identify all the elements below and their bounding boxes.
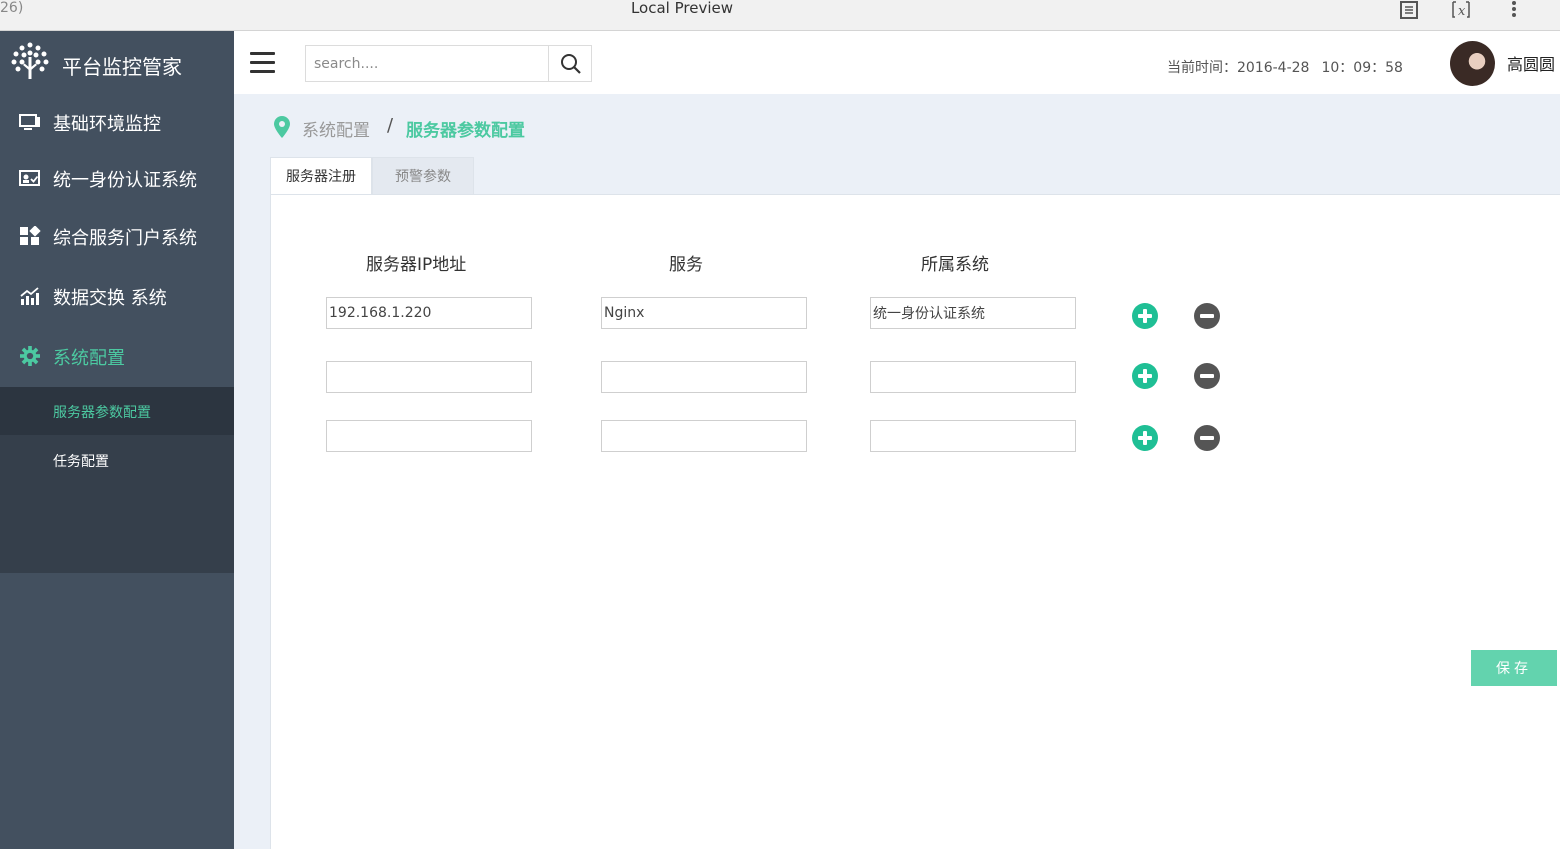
remove-row-icon[interactable] xyxy=(1194,425,1220,451)
submenu-item-server-params[interactable]: 服务器参数配置 xyxy=(0,387,234,435)
tree-logo-icon xyxy=(11,42,49,79)
tab-server-register[interactable]: 服务器注册 xyxy=(270,157,372,195)
sidebar-item-data-exchange[interactable]: 数据交换 系统 xyxy=(0,267,234,325)
submenu-item-label: 任务配置 xyxy=(53,454,109,470)
save-button[interactable]: 保存 xyxy=(1471,650,1557,686)
location-pin-icon xyxy=(274,116,290,142)
sidebar-item-label: 统一身份认证系统 xyxy=(53,170,197,191)
main-content: 系统配置 / 服务器参数配置 服务器注册 预警参数 服务器IP地址 服务 所属系… xyxy=(234,94,1560,849)
sidebar: 平台监控管家 基础环境监控 统一身份认证系统 综合服务门户系统 数据交换 系统 … xyxy=(0,31,234,849)
search-icon xyxy=(561,54,581,74)
more-vertical-icon[interactable] xyxy=(1504,0,1526,20)
service-field[interactable] xyxy=(601,297,807,329)
sidebar-item-label: 系统配置 xyxy=(53,348,125,369)
breadcrumb-parent[interactable]: 系统配置 xyxy=(302,116,370,141)
window-title: Local Preview xyxy=(630,0,734,17)
sidebar-item-infra-monitor[interactable]: 基础环境监控 xyxy=(0,93,234,151)
system-field[interactable] xyxy=(870,420,1076,452)
current-time: 当前时间：2016-4-28 10：09：58 xyxy=(1167,57,1403,77)
add-row-icon[interactable] xyxy=(1132,363,1158,389)
clock-time: 10：09：58 xyxy=(1321,60,1403,76)
submenu-system-config: 服务器参数配置 任务配置 xyxy=(0,387,234,573)
service-field[interactable] xyxy=(601,361,807,393)
gear-icon xyxy=(19,346,41,366)
submenu-item-label: 服务器参数配置 xyxy=(53,405,151,421)
id-card-icon xyxy=(19,168,41,188)
sidebar-item-label: 综合服务门户系统 xyxy=(53,228,197,249)
remove-row-icon[interactable] xyxy=(1194,303,1220,329)
ip-field[interactable] xyxy=(326,361,532,393)
username[interactable]: 高圆圆 xyxy=(1507,51,1555,75)
app-name: 平台监控管家 xyxy=(62,55,182,79)
chart-icon xyxy=(19,286,41,306)
window-titlebar: 26) Local Preview x xyxy=(0,0,1560,31)
search-button[interactable] xyxy=(548,45,592,82)
form-panel: 服务器IP地址 服务 所属系统 保存 xyxy=(270,194,1560,849)
breadcrumb-current: 服务器参数配置 xyxy=(406,121,525,141)
sidebar-item-identity-auth[interactable]: 统一身份认证系统 xyxy=(0,149,234,207)
tab-alert-params[interactable]: 预警参数 xyxy=(372,157,474,195)
sidebar-item-label: 数据交换 系统 xyxy=(53,288,167,309)
sidebar-item-service-portal[interactable]: 综合服务门户系统 xyxy=(0,207,234,265)
column-header-service: 服务 xyxy=(669,255,703,275)
formula-icon[interactable]: x xyxy=(1450,0,1472,20)
system-field[interactable] xyxy=(870,361,1076,393)
remove-row-icon[interactable] xyxy=(1194,363,1220,389)
column-header-ip: 服务器IP地址 xyxy=(366,255,467,275)
system-field[interactable] xyxy=(870,297,1076,329)
service-field[interactable] xyxy=(601,420,807,452)
svg-text:x: x xyxy=(1458,4,1466,19)
avatar[interactable] xyxy=(1450,41,1495,86)
menu-toggle-icon[interactable] xyxy=(250,52,275,74)
submenu-item-task-config[interactable]: 任务配置 xyxy=(0,436,234,484)
column-header-system: 所属系统 xyxy=(921,255,989,275)
app-logo[interactable]: 平台监控管家 xyxy=(0,31,234,93)
top-header: 当前时间：2016-4-28 10：09：58 高圆圆 xyxy=(234,31,1560,94)
breadcrumb-separator: / xyxy=(387,115,394,136)
ip-field[interactable] xyxy=(326,420,532,452)
add-row-icon[interactable] xyxy=(1132,303,1158,329)
monitor-icon xyxy=(19,112,41,132)
add-row-icon[interactable] xyxy=(1132,425,1158,451)
sidebar-item-system-config[interactable]: 系统配置 xyxy=(0,327,234,385)
sidebar-item-label: 基础环境监控 xyxy=(53,114,161,135)
clock-date: 当前时间：2016-4-28 xyxy=(1167,60,1310,76)
ip-field[interactable] xyxy=(326,297,532,329)
reader-icon[interactable] xyxy=(1398,0,1420,20)
search-input[interactable] xyxy=(305,45,549,82)
dashboard-icon xyxy=(19,225,41,246)
